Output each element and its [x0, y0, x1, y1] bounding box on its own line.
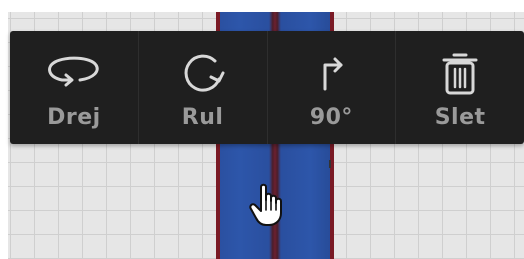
delete-label: Slet — [434, 105, 486, 130]
hand-cursor-icon — [249, 183, 282, 226]
roll-icon — [184, 54, 225, 92]
rotate-icon — [47, 56, 99, 87]
trash-icon — [442, 53, 478, 95]
rotate-label: Drej — [47, 105, 101, 130]
turn-90-label: 90° — [309, 105, 353, 130]
editor-stage: Drej Rul 90° Slet — [0, 0, 524, 259]
roll-button[interactable]: Rul — [137, 31, 267, 144]
roll-label: Rul — [181, 105, 224, 130]
delete-button[interactable]: Slet — [395, 31, 524, 144]
turn-90-button[interactable]: 90° — [266, 31, 396, 144]
context-toolbar: Drej Rul 90° Slet — [10, 31, 524, 144]
turn-90-icon — [323, 57, 343, 91]
rotate-button[interactable]: Drej — [10, 31, 138, 144]
piece-marker — [329, 160, 331, 168]
